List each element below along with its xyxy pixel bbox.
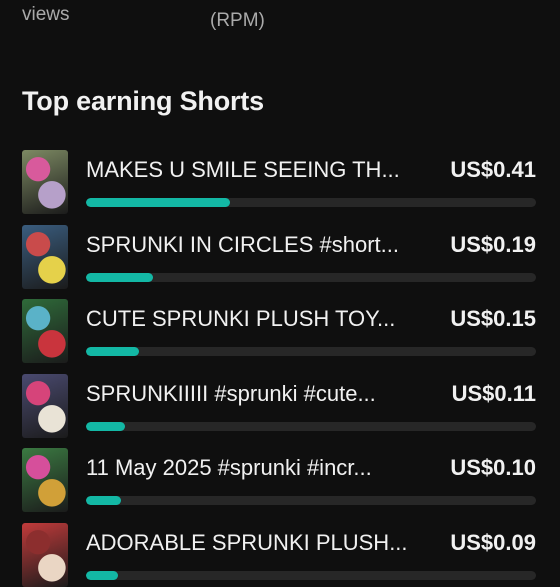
earnings-bar-fill [86,198,230,207]
short-thumbnail[interactable] [22,150,68,214]
earnings-bar-track [86,421,536,431]
short-title[interactable]: 11 May 2025 #sprunki #incr... [86,455,416,481]
short-row[interactable]: 11 May 2025 #sprunki #incr... US$0.10 [0,446,560,512]
earnings-bar-track [86,198,536,207]
earnings-bar-track [86,496,536,505]
short-earnings: US$0.15 [450,306,536,331]
short-earnings: US$0.41 [450,157,536,182]
short-thumbnail[interactable] [22,224,68,289]
earnings-bar-track [86,347,536,356]
earnings-bar-fill [86,421,125,431]
short-earnings: US$0.09 [450,529,536,555]
short-thumbnail[interactable] [22,522,68,587]
top-labels: views (RPM) [0,0,560,40]
short-row[interactable]: ADORABLE SPRUNKI PLUSH... US$0.09 [0,521,560,587]
earnings-bar-fill [86,347,139,356]
short-row[interactable]: SPRUNKI IN CIRCLES #short... US$0.19 [0,223,560,289]
short-earnings: US$0.10 [450,455,536,480]
rpm-label: (RPM) [210,10,265,31]
short-title[interactable]: SPRUNKIIIII #sprunki #cute... [86,381,416,407]
short-title[interactable]: SPRUNKI IN CIRCLES #short... [86,232,416,258]
short-row[interactable]: CUTE SPRUNKI PLUSH TOY... US$0.15 [0,297,560,363]
short-earnings: US$0.11 [451,380,536,406]
earnings-bar-track [86,570,536,580]
earnings-bar-fill [86,496,121,505]
views-label: views [22,4,70,25]
earnings-bar-fill [86,272,153,282]
short-title[interactable]: ADORABLE SPRUNKI PLUSH... [86,530,416,556]
short-row[interactable]: MAKES U SMILE SEEING TH... US$0.41 [0,148,560,214]
section-title: Top earning Shorts [22,86,264,116]
earnings-bar-track [86,272,536,282]
short-thumbnail[interactable] [22,299,68,363]
short-thumbnail[interactable] [22,448,68,512]
short-thumbnail[interactable] [22,373,68,438]
short-row[interactable]: SPRUNKIIIII #sprunki #cute... US$0.11 [0,372,560,438]
short-earnings: US$0.19 [450,231,536,257]
short-title[interactable]: MAKES U SMILE SEEING TH... [86,157,416,183]
short-title[interactable]: CUTE SPRUNKI PLUSH TOY... [86,306,416,332]
earnings-bar-fill [86,570,118,580]
